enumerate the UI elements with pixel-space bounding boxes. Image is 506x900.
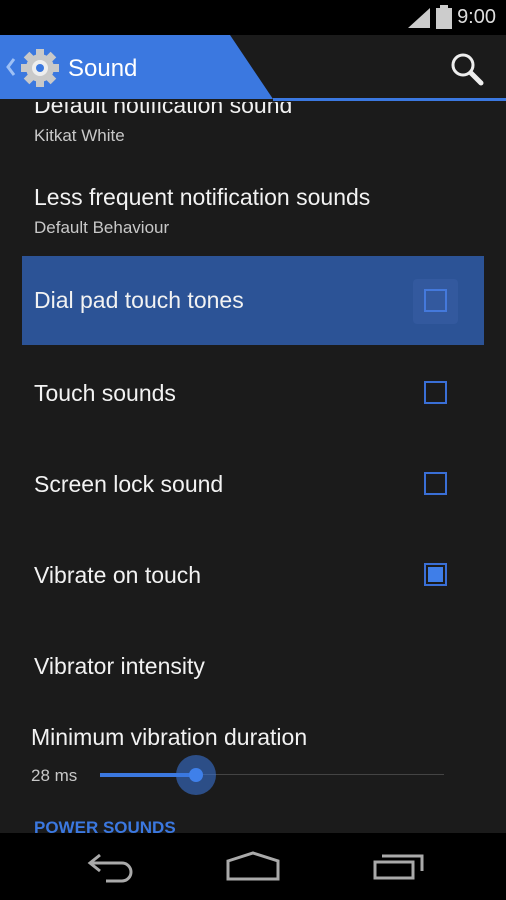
- slider-thumb[interactable]: [176, 755, 217, 795]
- item-title: Touch sounds: [34, 380, 176, 406]
- page-title: Sound: [68, 55, 138, 82]
- item-title: Vibrate on touch: [34, 562, 202, 588]
- slider-title: Minimum vibration duration: [31, 724, 308, 750]
- item-title: Less frequent notification sounds: [34, 184, 371, 210]
- item-title: Dial pad touch tones: [34, 287, 244, 313]
- status-bar: 9:00: [0, 0, 506, 35]
- list-item-screen-lock-sound[interactable]: Screen lock sound: [0, 438, 506, 528]
- section-header-power-sounds: POWER SOUNDS: [34, 818, 176, 833]
- item-title: Vibrator intensity: [34, 653, 205, 679]
- slider-value: 28 ms: [31, 766, 78, 785]
- clock: 9:00: [457, 6, 496, 28]
- search-icon[interactable]: [450, 52, 484, 86]
- item-subtitle: Default Behaviour: [34, 218, 170, 237]
- checkbox[interactable]: [424, 472, 447, 495]
- checkbox[interactable]: [424, 289, 447, 312]
- slider-minimum-vibration-duration: Minimum vibration duration 28 ms: [0, 712, 506, 812]
- battery-icon: [436, 5, 452, 29]
- checkbox-checked[interactable]: [424, 563, 447, 586]
- list-item-dial-pad-touch-tones[interactable]: Dial pad touch tones: [22, 256, 484, 345]
- list-item-vibrator-intensity[interactable]: Vibrator intensity: [0, 620, 506, 710]
- settings-list: Default notification sound Kitkat White …: [0, 102, 506, 833]
- back-icon[interactable]: [82, 851, 134, 883]
- checkbox[interactable]: [424, 381, 447, 404]
- up-button[interactable]: Sound: [0, 35, 240, 99]
- navigation-bar: [0, 833, 506, 900]
- gear-icon: [21, 49, 59, 87]
- list-item-less-frequent-notification-sounds[interactable]: Less frequent notification sounds Defaul…: [0, 164, 506, 254]
- item-title: Screen lock sound: [34, 471, 224, 497]
- list-item-default-notification-sound[interactable]: Default notification sound Kitkat White: [0, 102, 506, 152]
- chevron-left-icon: [6, 58, 16, 76]
- list-item-vibrate-on-touch[interactable]: Vibrate on touch: [0, 529, 506, 619]
- item-subtitle: Kitkat White: [34, 126, 125, 145]
- home-icon[interactable]: [225, 851, 281, 881]
- list-item-touch-sounds[interactable]: Touch sounds: [0, 347, 506, 437]
- signal-icon: [408, 8, 430, 28]
- item-title: Default notification sound: [34, 102, 293, 118]
- recents-icon[interactable]: [372, 853, 426, 881]
- action-bar: Sound: [0, 35, 506, 102]
